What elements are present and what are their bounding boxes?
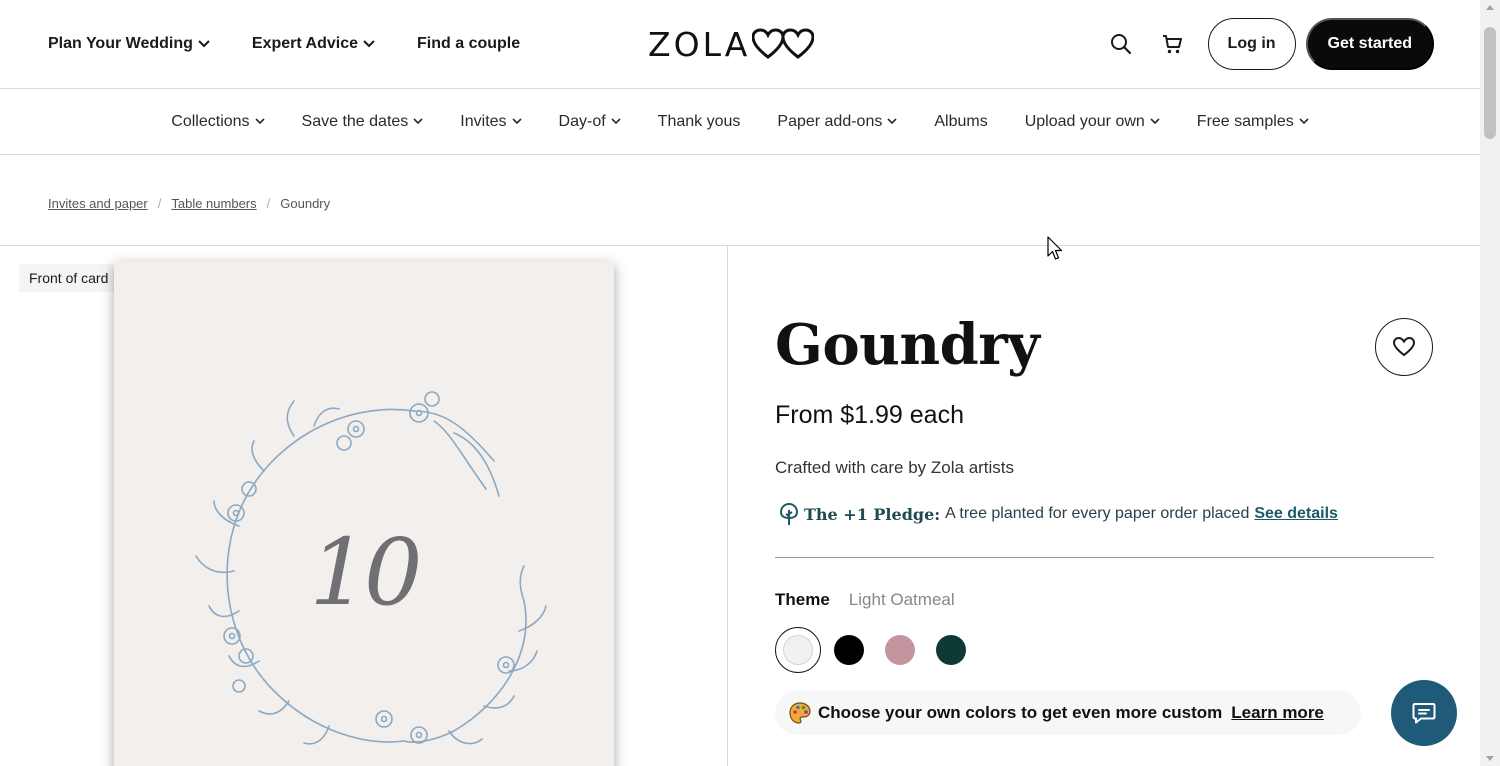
breadcrumb: Invites and paper / Table numbers / Goun…: [48, 196, 330, 211]
subnav-label: Save the dates: [301, 112, 409, 130]
swatch-color: [783, 635, 813, 665]
chat-icon: [1412, 703, 1436, 724]
subnav-label: Paper add-ons: [777, 112, 883, 130]
subnav-paper-add-ons[interactable]: Paper add-ons: [777, 113, 897, 131]
subnav-label: Collections: [171, 112, 250, 130]
learn-more-link[interactable]: Learn more: [1231, 703, 1324, 723]
chevron-down-icon: [511, 118, 522, 125]
double-heart-logo-icon: [752, 28, 815, 59]
product-title: Goundry: [775, 312, 1040, 378]
chevron-down-icon: [887, 118, 897, 125]
scroll-thumb[interactable]: [1484, 27, 1496, 139]
subnav-day-of[interactable]: Day-of: [559, 113, 621, 131]
search-icon: [1110, 34, 1131, 55]
subnav-label: Thank yous: [657, 112, 741, 130]
nav-find-a-couple[interactable]: Find a couple: [417, 33, 520, 55]
breadcrumb-link-invites-and-paper[interactable]: Invites and paper: [48, 196, 148, 211]
chevron-down-icon: [611, 118, 621, 125]
swatch-color: [885, 635, 915, 665]
theme-row: Theme Light Oatmeal: [775, 590, 955, 610]
subnav-thank-yous[interactable]: Thank yous: [658, 113, 741, 131]
chevron-down-icon: [363, 40, 375, 48]
nav-label: Find a couple: [417, 35, 521, 52]
see-details-link[interactable]: See details: [1254, 505, 1338, 523]
floral-wreath-illustration: [195, 391, 547, 745]
subnav-free-samples[interactable]: Free samples: [1197, 113, 1309, 131]
get-started-button[interactable]: Get started: [1305, 18, 1434, 70]
subnav-upload-your-own[interactable]: Upload your own: [1025, 113, 1160, 131]
card-table-number: 10: [309, 519, 422, 626]
card-preview-image[interactable]: 10: [114, 261, 614, 766]
breadcrumb-separator: /: [157, 196, 162, 211]
chevron-down-icon: [1299, 118, 1309, 125]
chevron-down-icon: [198, 40, 210, 48]
chat-button[interactable]: [1391, 680, 1457, 746]
nav-label: Plan Your Wedding: [48, 35, 193, 52]
swatch-black[interactable]: [826, 627, 872, 673]
product-price: From $1.99 each: [775, 401, 964, 429]
scroll-up-arrow[interactable]: [1486, 5, 1494, 10]
pledge-info: The +1 Pledge: A tree planted for every …: [779, 502, 1338, 526]
custom-colors-text: Choose your own colors to get even more …: [818, 703, 1223, 722]
chevron-down-icon: [254, 118, 265, 125]
swatch-light-oatmeal[interactable]: [775, 627, 821, 673]
nav-label: Expert Advice: [251, 35, 359, 52]
custom-colors-banner: Choose your own colors to get even more …: [775, 691, 1361, 735]
palette-icon: [789, 702, 811, 724]
subnav-albums[interactable]: Albums: [934, 113, 987, 131]
swatch-color: [834, 635, 864, 665]
nav-expert-advice[interactable]: Expert Advice: [252, 33, 375, 55]
logo-text: ZOLA: [648, 24, 751, 64]
theme-value: Light Oatmeal: [848, 590, 955, 609]
header-actions: Log in Get started: [1107, 18, 1434, 70]
heart-icon: [1393, 337, 1415, 357]
breadcrumb-separator: /: [266, 196, 271, 211]
subnav-label: Free samples: [1196, 112, 1294, 130]
swatch-mauve[interactable]: [877, 627, 923, 673]
secondary-nav: Collections Save the dates Invites Day-o…: [0, 89, 1480, 155]
page-scrollbar[interactable]: [1480, 0, 1500, 766]
theme-label: Theme: [775, 590, 830, 609]
login-button[interactable]: Log in: [1207, 18, 1296, 70]
nav-plan-your-wedding[interactable]: Plan Your Wedding: [48, 33, 210, 55]
search-button[interactable]: [1107, 30, 1135, 58]
theme-swatches: [775, 627, 979, 673]
subnav-save-the-dates[interactable]: Save the dates: [302, 113, 424, 131]
subnav-label: Albums: [934, 112, 988, 130]
mouse-cursor-icon: [1047, 236, 1063, 260]
cart-icon: [1162, 35, 1182, 54]
favorite-button[interactable]: [1375, 318, 1433, 376]
chevron-down-icon: [413, 118, 423, 125]
breadcrumb-current: Goundry: [280, 196, 331, 211]
subnav-invites[interactable]: Invites: [460, 112, 522, 131]
content-divider: [0, 245, 1480, 246]
tree-icon: [779, 502, 799, 525]
swatch-color: [936, 635, 966, 665]
zola-logo[interactable]: ZOLA: [648, 24, 815, 64]
subnav-label: Upload your own: [1024, 112, 1145, 130]
breadcrumb-link-table-numbers[interactable]: Table numbers: [171, 196, 256, 211]
subnav-label: Invites: [460, 112, 507, 130]
pledge-title: The +1 Pledge:: [804, 504, 941, 524]
scroll-down-arrow[interactable]: [1486, 756, 1494, 761]
column-divider: [727, 246, 728, 766]
pledge-text: A tree planted for every paper order pla…: [945, 505, 1250, 522]
front-of-card-label: Front of card: [19, 264, 119, 292]
details-divider: [775, 557, 1434, 558]
chevron-down-icon: [1150, 118, 1160, 125]
cart-button[interactable]: [1158, 30, 1186, 58]
subnav-collections[interactable]: Collections: [171, 112, 265, 131]
subnav-label: Day-of: [558, 112, 606, 130]
crafted-by-text: Crafted with care by Zola artists: [775, 458, 1015, 477]
top-header: Plan Your Wedding Expert Advice Find a c…: [0, 0, 1480, 89]
swatch-forest[interactable]: [928, 627, 974, 673]
primary-nav: Plan Your Wedding Expert Advice Find a c…: [48, 33, 562, 55]
